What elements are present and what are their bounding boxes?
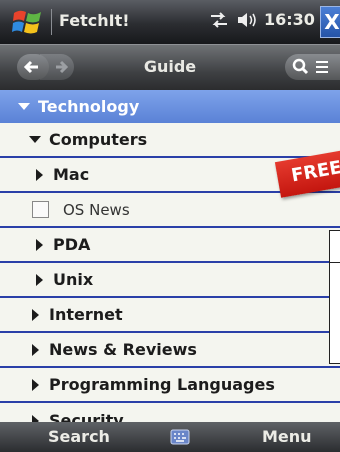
back-button[interactable]: [17, 54, 49, 80]
clock[interactable]: 16:30: [264, 10, 315, 29]
search-button[interactable]: [285, 54, 340, 80]
status-icons[interactable]: 16:30: [208, 10, 328, 29]
collapse-arrow-icon: [32, 308, 39, 321]
keyboard-icon[interactable]: [170, 428, 190, 446]
list-item-internet[interactable]: Internet: [0, 298, 340, 333]
collapse-arrow-icon: [32, 378, 39, 391]
feed-checkbox[interactable]: [32, 201, 49, 218]
list-item-label: Security: [49, 411, 124, 422]
list-item-security[interactable]: Security: [0, 403, 340, 422]
list-item-label: Mac: [53, 165, 90, 184]
list-item-unix[interactable]: Unix: [0, 263, 340, 298]
collapse-arrow-icon: [36, 238, 43, 251]
back-arrow-icon: [23, 60, 38, 74]
status-divider: [51, 9, 52, 35]
search-softkey[interactable]: Search: [48, 427, 110, 446]
volume-icon[interactable]: [236, 11, 258, 29]
menu-softkey[interactable]: Menu: [262, 427, 312, 446]
list-item-label: News & Reviews: [49, 340, 197, 359]
search-icon: [292, 58, 328, 75]
list-item-programming-languages[interactable]: Programming Languages: [0, 368, 340, 403]
list-item-label: Computers: [49, 130, 148, 149]
list-item-label: Unix: [53, 270, 94, 289]
list-item-label: Internet: [49, 305, 123, 324]
list-item-label: Programming Languages: [49, 375, 275, 394]
edge-panel: [329, 230, 340, 264]
edge-panel: [329, 262, 340, 364]
softkey-bar: Search Menu: [0, 422, 340, 452]
feed-label: OS News: [63, 200, 130, 219]
app-title: FetchIt!: [59, 11, 130, 30]
list-item-label: PDA: [53, 235, 91, 254]
list-item-news-reviews[interactable]: News & Reviews: [0, 333, 340, 368]
collapse-arrow-icon: [32, 414, 39, 422]
connectivity-icon[interactable]: [208, 11, 230, 29]
collapse-arrow-icon: [32, 343, 39, 356]
collapse-arrow-icon: [36, 273, 43, 286]
expand-arrow-icon: [29, 136, 41, 143]
toolbar: Guide: [0, 44, 340, 91]
expand-arrow-icon: [18, 103, 30, 110]
feed-item-os-news[interactable]: OS News: [0, 193, 340, 228]
category-label: Technology: [38, 97, 140, 116]
category-header[interactable]: Technology: [0, 90, 340, 123]
collapse-arrow-icon: [36, 168, 43, 181]
list-item-pda[interactable]: PDA: [0, 228, 340, 263]
list-item-computers[interactable]: Computers: [0, 123, 340, 158]
guide-list[interactable]: Technology Computers Mac OS News PDA Uni…: [0, 90, 340, 422]
start-icon[interactable]: [12, 7, 44, 37]
status-bar: FetchIt! 16:30 X: [0, 0, 340, 44]
close-button[interactable]: X: [320, 6, 340, 38]
